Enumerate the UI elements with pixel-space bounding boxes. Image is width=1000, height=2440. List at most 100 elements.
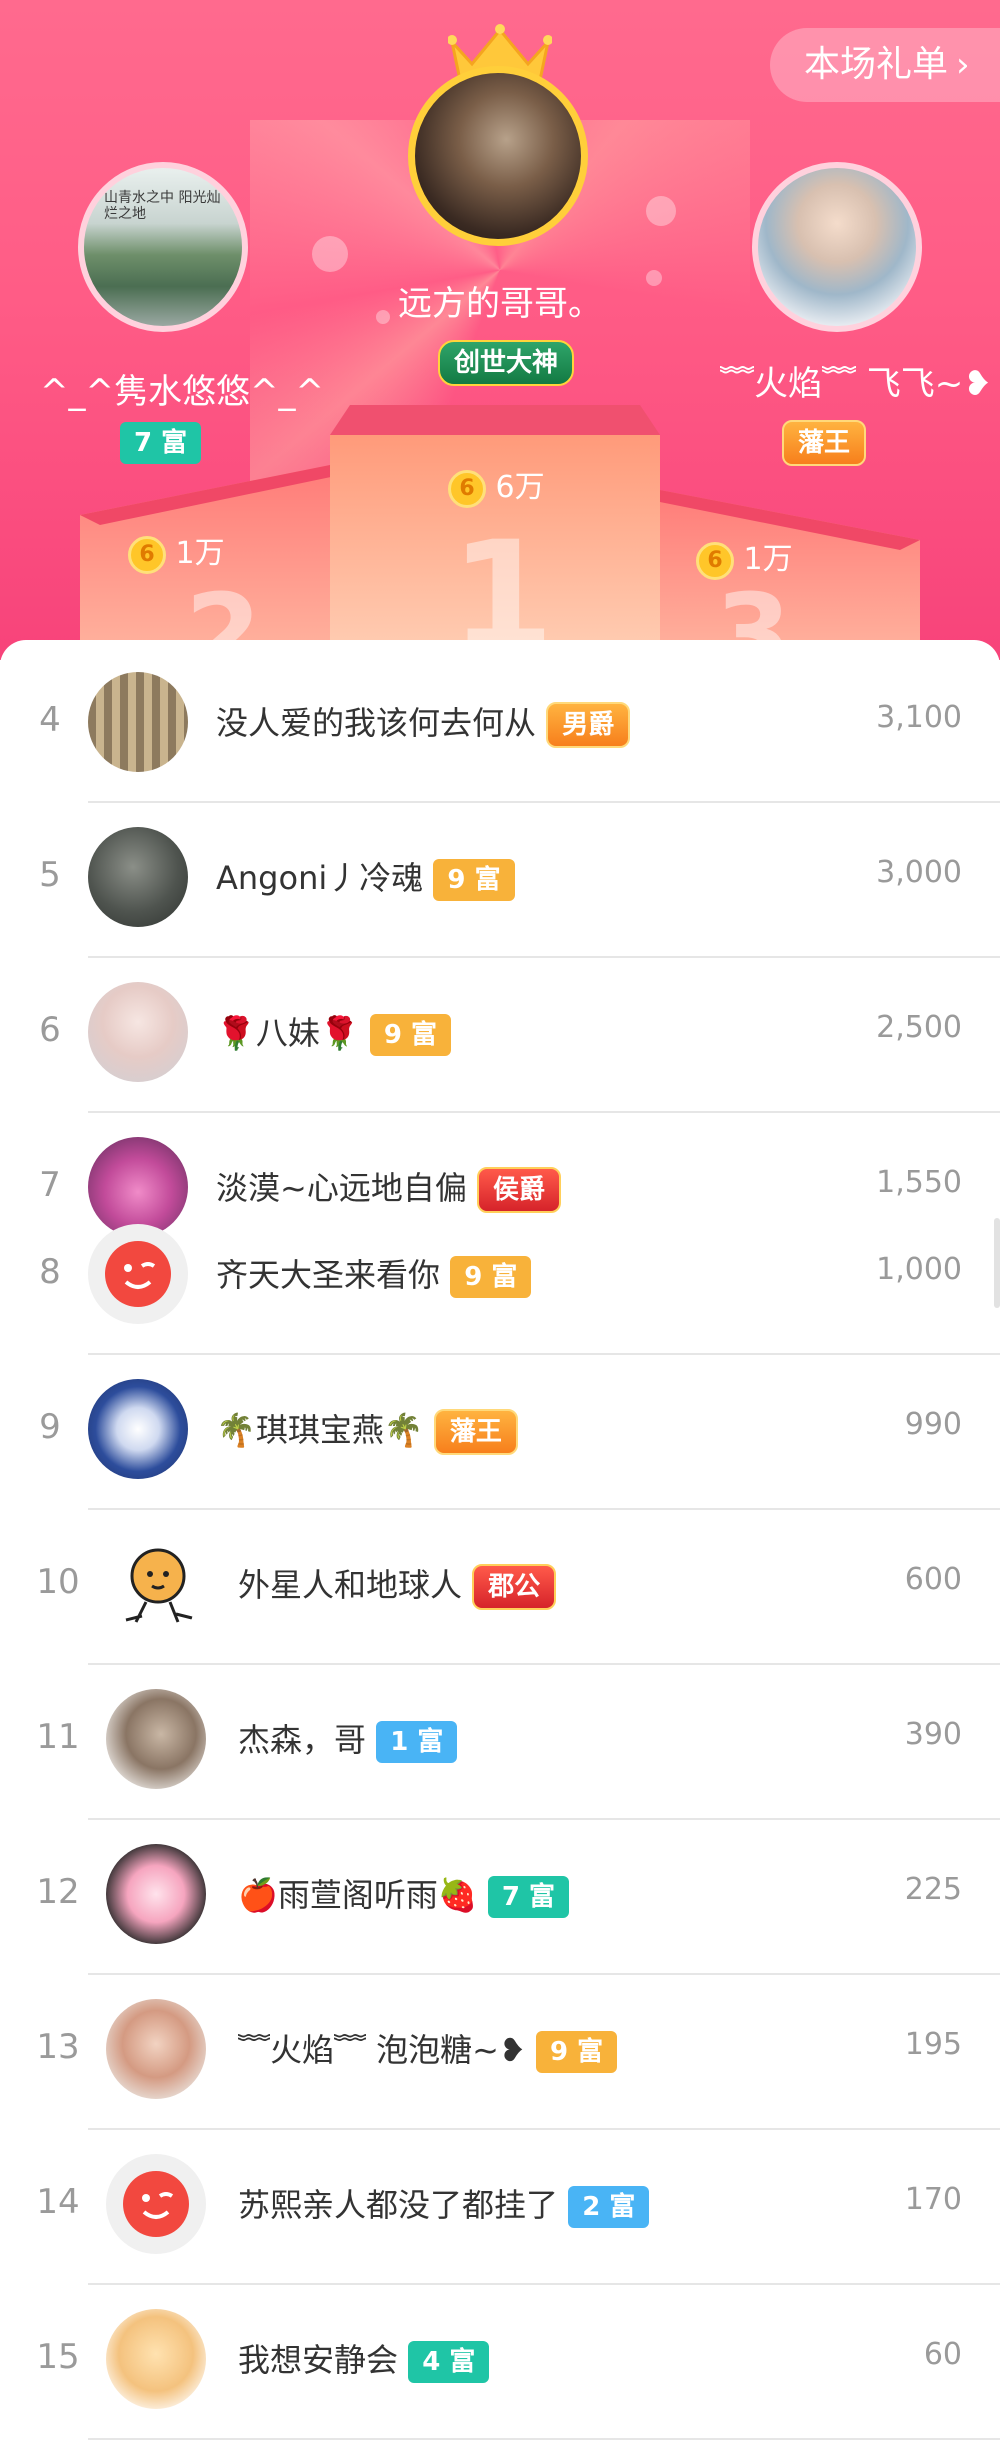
score: 1,550 (876, 1165, 962, 1200)
third-badge: 藩王 (782, 420, 867, 466)
rank-badge: 7 富 (487, 1876, 570, 1918)
badge-label: 创世大神 (438, 340, 575, 386)
user-name-line: ﹌火焰﹌ 泡泡糖~❥ 9 富 (238, 2025, 618, 2073)
score: 195 (904, 2027, 962, 2062)
list-item[interactable]: 6 🌹八妹🌹 9 富 2,500 (0, 958, 1000, 1113)
place-number-1: 1 (450, 510, 555, 660)
amount-label: 6万 (495, 470, 545, 505)
list-item[interactable]: 15 我想安静会 4 富 60 (0, 2285, 1000, 2440)
score: 3,100 (876, 700, 962, 735)
score: 170 (904, 2182, 962, 2217)
list-item[interactable]: 4 没人爱的我该何去何从 男爵 3,100 (0, 648, 1000, 803)
third-amount: 6 1万 (696, 534, 793, 580)
avatar[interactable] (88, 982, 188, 1082)
avatar[interactable] (106, 2154, 206, 2254)
coin-icon: 6 (128, 535, 166, 574)
avatar-first[interactable] (408, 66, 588, 246)
coin-icon: 6 (448, 469, 486, 508)
user-name: 🌴琪琪宝燕🌴 (216, 1411, 424, 1449)
avatar[interactable] (106, 2309, 206, 2409)
avatar[interactable] (88, 1379, 188, 1479)
avatar[interactable] (106, 1999, 206, 2099)
rank-number: 5 (39, 855, 61, 895)
score: 2,500 (876, 1010, 962, 1045)
list-item[interactable]: 9 🌴琪琪宝燕🌴 藩王 990 (0, 1355, 1000, 1510)
avatar[interactable] (106, 1844, 206, 1944)
avatar[interactable] (88, 1224, 188, 1324)
list-item[interactable]: 14 苏熙亲人都没了都挂了 2 富 170 (0, 2130, 1000, 2285)
list-item[interactable]: 10 外星人和地球人 郡公 600 (0, 1510, 1000, 1665)
rank-badge: 9 富 (535, 2031, 618, 2073)
avatar-calligraphy: 山青水之中 阳光灿烂之地 (104, 190, 221, 222)
user-name: ﹌火焰﹌ 泡泡糖~❥ (238, 2031, 526, 2069)
avatar[interactable] (88, 827, 188, 927)
podium-center-top (330, 405, 660, 435)
user-name: 🍎雨萱阁听雨🍓 (238, 1876, 478, 1914)
score: 225 (904, 1872, 962, 1907)
third-name: ﹌火焰﹌ 飞飞~❥ (720, 364, 992, 404)
rank-number: 15 (36, 2337, 80, 2377)
amount-label: 1万 (743, 542, 793, 577)
rank-number: 12 (36, 1872, 80, 1912)
user-name: Angoni丿冷魂 (216, 859, 424, 897)
decor-dot (646, 196, 676, 226)
rank-number: 4 (39, 700, 61, 740)
second-amount: 6 1万 (128, 528, 225, 574)
user-name: 我想安静会 (238, 2341, 399, 2379)
score: 390 (904, 1717, 962, 1752)
list-item[interactable]: 5 Angoni丿冷魂 9 富 3,000 (0, 803, 1000, 958)
user-name-line: 苏熙亲人都没了都挂了 2 富 (238, 2180, 650, 2228)
user-name: 杰森，哥 (238, 1721, 367, 1759)
rank-badge: 郡公 (472, 1564, 557, 1610)
smiley-icon (123, 2171, 189, 2237)
badge-label: 藩王 (782, 420, 867, 466)
first-badge: 创世大神 (438, 340, 575, 386)
rank-badge: 4 富 (408, 2341, 490, 2383)
user-name-line: 🍎雨萱阁听雨🍓 7 富 (238, 1870, 570, 1918)
first-amount: 6 6万 (448, 462, 545, 508)
list-item[interactable]: 8 齐天大圣来看你 9 富 1,000 (0, 1200, 1000, 1355)
scrollbar[interactable] (994, 1218, 1000, 1308)
first-name: 远方的哥哥。 (398, 284, 602, 324)
cartoon-icon (125, 1548, 193, 1623)
score: 600 (904, 1562, 962, 1597)
rank-number: 13 (36, 2027, 80, 2067)
score: 1,000 (876, 1252, 962, 1287)
gift-list-button[interactable]: 本场礼单 › (770, 28, 1000, 102)
user-name: 齐天大圣来看你 (216, 1256, 441, 1294)
list-item[interactable]: 13 ﹌火焰﹌ 泡泡糖~❥ 9 富 195 (0, 1975, 1000, 2130)
user-name-line: 我想安静会 4 富 (238, 2335, 490, 2383)
list-item[interactable]: 12 🍎雨萱阁听雨🍓 7 富 225 (0, 1820, 1000, 1975)
user-name-line: 🌹八妹🌹 9 富 (216, 1008, 452, 1056)
rank-number: 10 (36, 1562, 80, 1602)
avatar-third[interactable] (752, 162, 922, 332)
avatar[interactable] (106, 1689, 206, 1789)
user-name-line: 杰森，哥 1 富 (238, 1715, 458, 1763)
rank-badge: 2 富 (568, 2186, 650, 2228)
rank-number: 6 (39, 1010, 61, 1050)
score: 60 (923, 2337, 962, 2372)
user-name-line: 🌴琪琪宝燕🌴 藩王 (216, 1405, 518, 1455)
rank-number: 7 (39, 1165, 61, 1205)
podium-header: 本场礼单 › 1 2 3 山青水之中 阳光灿烂之地 远方的哥哥。 ^_^隽水悠悠^… (0, 0, 1000, 660)
avatar[interactable] (106, 1534, 206, 1634)
badge-label: 7 富 (120, 422, 202, 464)
rank-number: 9 (39, 1407, 61, 1447)
rank-badge: 藩王 (433, 1409, 518, 1455)
gift-list-label: 本场礼单 (804, 44, 949, 85)
score: 3,000 (876, 855, 962, 890)
rank-number: 8 (39, 1252, 61, 1292)
avatar-second[interactable]: 山青水之中 阳光灿烂之地 (78, 162, 248, 332)
score: 990 (904, 1407, 962, 1442)
chevron-right-icon: › (956, 45, 970, 85)
user-name-line: Angoni丿冷魂 9 富 (216, 853, 515, 901)
rank-number: 11 (36, 1717, 80, 1757)
user-name-line: 没人爱的我该何去何从 男爵 (216, 698, 631, 748)
avatar[interactable] (88, 672, 188, 772)
user-name-line: 外星人和地球人 郡公 (238, 1560, 557, 1610)
decor-dot (312, 236, 348, 272)
list-item[interactable]: 11 杰森，哥 1 富 390 (0, 1665, 1000, 1820)
user-name: 没人爱的我该何去何从 (216, 704, 537, 742)
rank-number: 14 (36, 2182, 80, 2222)
second-name: ^_^隽水悠悠^_^ (40, 372, 324, 412)
